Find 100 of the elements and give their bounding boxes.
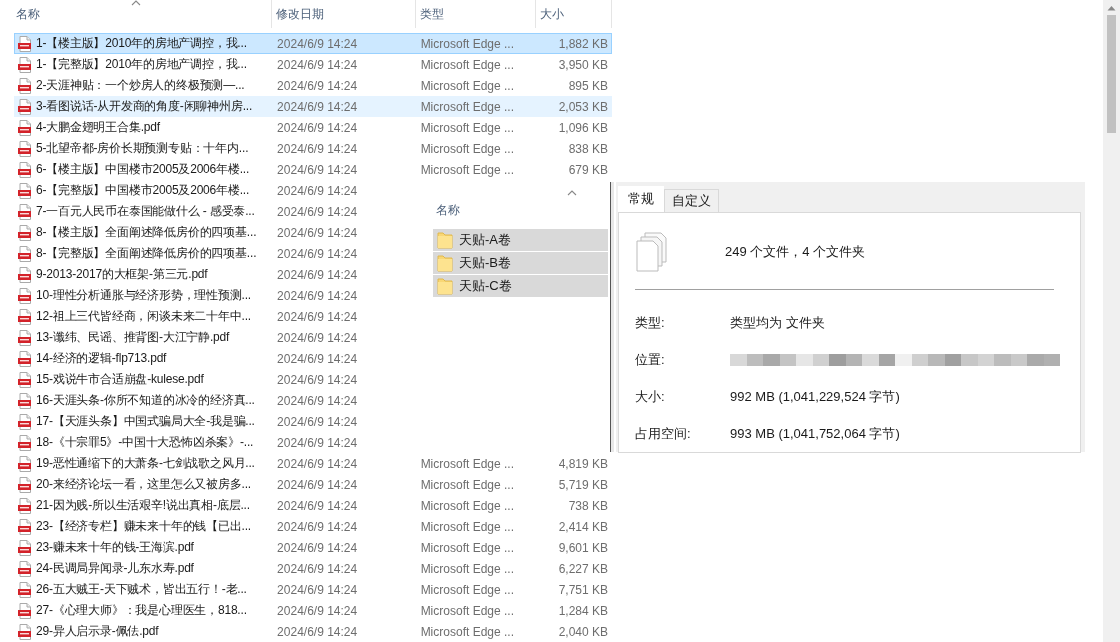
file-row[interactable]: 6-【完整版】中国楼市2005及2006年楼... 2024/6/9 14:24 (14, 180, 612, 201)
dialog-tab[interactable]: 常规 (618, 186, 664, 212)
property-value: 992 MB (1,041,229,524 字节) (730, 387, 900, 406)
column-header[interactable]: 大小 (536, 0, 612, 28)
file-type: Microsoft Edge ... (420, 141, 514, 156)
modified-date: 2024/6/9 14:24 (277, 456, 358, 471)
file-row[interactable]: 6-【楼主版】中国楼市2005及2006年楼... 2024/6/9 14:24 Microsoft Edge ... 679 KB (14, 159, 612, 180)
file-row[interactable]: 14-经济的逻辑-flp713.pdf 2024/6/9 14:24 (14, 348, 612, 369)
pdf-file-icon (17, 182, 33, 199)
file-type: Microsoft Edge ... (420, 78, 514, 93)
modified-date: 2024/6/9 14:24 (277, 246, 358, 261)
file-name: 3-看图说话-从开发商的角度-闲聊神州房... (36, 98, 253, 115)
file-size: 1,096 KB (558, 120, 608, 135)
file-size: 2,414 KB (558, 519, 608, 534)
file-type: Microsoft Edge ... (420, 603, 514, 618)
modified-date: 2024/6/9 14:24 (277, 162, 358, 177)
file-name: 14-经济的逻辑-flp713.pdf (36, 350, 167, 367)
file-size: 7,751 KB (558, 582, 608, 597)
modified-date: 2024/6/9 14:24 (277, 540, 358, 555)
column-header[interactable]: 名称 (436, 202, 460, 219)
file-type: Microsoft Edge ... (420, 57, 514, 72)
modified-date: 2024/6/9 14:24 (277, 225, 358, 240)
property-value: 993 MB (1,041,752,064 字节) (730, 424, 900, 443)
file-row[interactable]: 20-来经济论坛一看，这里怎么又被房多... 2024/6/9 14:24 Microsoft Edge ... 5,719 KB (14, 474, 612, 495)
scrollbar[interactable] (1103, 0, 1120, 642)
file-type: Microsoft Edge ... (420, 498, 514, 513)
file-name: 23-赚未来十年的钱-王海滨.pdf (36, 539, 194, 556)
file-row[interactable]: 12-祖上三代皆经商，闲谈未来二十年中... 2024/6/9 14:24 (14, 306, 612, 327)
modified-date: 2024/6/9 14:24 (277, 414, 358, 429)
pdf-file-icon (17, 77, 33, 94)
pdf-file-icon (17, 308, 33, 325)
scroll-up-icon[interactable] (1107, 5, 1116, 11)
modified-date: 2024/6/9 14:24 (277, 582, 358, 597)
modified-date: 2024/6/9 14:24 (277, 288, 358, 303)
file-row[interactable]: 15-戏说牛市合适崩盘-kulese.pdf 2024/6/9 14:24 (14, 369, 612, 390)
file-row[interactable]: 3-看图说话-从开发商的角度-闲聊神州房... 2024/6/9 14:24 Microsoft Edge ... 2,053 KB (14, 96, 612, 117)
file-name: 1-【完整版】2010年的房地产调控，我... (36, 56, 247, 73)
file-name: 13-谶纬、民谣、推背图-大江宁静.pdf (36, 329, 230, 346)
dialog-tab[interactable]: 自定义 (664, 189, 719, 212)
column-header[interactable]: 类型 (416, 0, 536, 28)
file-row[interactable]: 2-天涯神贴：一个炒房人的终极预测—... 2024/6/9 14:24 Microsoft Edge ... 895 KB (14, 75, 612, 96)
file-type: Microsoft Edge ... (420, 120, 514, 135)
folder-icon (437, 277, 453, 295)
column-header[interactable]: 修改日期 (272, 0, 416, 28)
file-name: 10-理性分析通胀与经济形势，理性预测... (36, 287, 251, 304)
folder-row[interactable]: 天贴-B卷 (433, 252, 609, 274)
folder-name: 天贴-C卷 (459, 277, 512, 295)
file-name: 29-异人启示录-佩佉.pdf (36, 623, 159, 640)
property-value: 类型均为 文件夹 (730, 313, 825, 332)
file-size: 6,227 KB (558, 561, 608, 576)
file-row[interactable]: 18-《十宗罪5》-中国十大恐怖凶杀案》-... 2024/6/9 14:24 (14, 432, 612, 453)
file-row[interactable]: 24-民调局异闻录-儿东水寿.pdf 2024/6/9 14:24 Microsoft Edge ... 6,227 KB (14, 558, 612, 579)
file-size: 838 KB (568, 141, 608, 156)
file-row[interactable]: 13-谶纬、民谣、推背图-大江宁静.pdf 2024/6/9 14:24 (14, 327, 612, 348)
scrollbar-thumb[interactable] (1107, 15, 1116, 133)
pdf-file-icon (17, 98, 33, 115)
folder-row[interactable]: 天贴-C卷 (433, 275, 609, 297)
folder-row[interactable]: 天贴-A卷 (433, 229, 609, 251)
modified-date: 2024/6/9 14:24 (277, 519, 358, 534)
file-row[interactable]: 16-天涯头条-你所不知道的冰冷的经济真... 2024/6/9 14:24 (14, 390, 612, 411)
pdf-file-icon (17, 350, 33, 367)
file-row[interactable]: 17-【天涯头条】中国式骗局大全-我是骗... 2024/6/9 14:24 (14, 411, 612, 432)
pdf-file-icon (17, 35, 33, 52)
file-row[interactable]: 4-大鹏金翅明王合集.pdf 2024/6/9 14:24 Microsoft Edge ... 1,096 KB (14, 117, 612, 138)
file-row[interactable]: 1-【完整版】2010年的房地产调控，我... 2024/6/9 14:24 Microsoft Edge ... 3,950 KB (14, 54, 612, 75)
modified-date: 2024/6/9 14:24 (277, 498, 358, 513)
pdf-file-icon (17, 602, 33, 619)
folder-icon (437, 231, 453, 249)
property-label: 位置: (635, 350, 666, 369)
modified-date: 2024/6/9 14:24 (277, 330, 358, 345)
file-row[interactable]: 23-赚未来十年的钱-王海滨.pdf 2024/6/9 14:24 Microsoft Edge ... 9,601 KB (14, 537, 612, 558)
file-row[interactable]: 19-恶性通缩下的大萧条-七剑战歌之风月... 2024/6/9 14:24 Microsoft Edge ... 4,819 KB (14, 453, 612, 474)
modified-date: 2024/6/9 14:24 (277, 99, 358, 114)
file-size: 679 KB (568, 162, 608, 177)
pdf-file-icon (17, 518, 33, 535)
file-size: 5,719 KB (558, 477, 608, 492)
pdf-file-icon (17, 245, 33, 262)
pdf-file-icon (17, 497, 33, 514)
file-type: Microsoft Edge ... (420, 519, 514, 534)
file-name: 5-北望帝都-房价长期预测专贴：十年内... (36, 140, 249, 157)
file-type: Microsoft Edge ... (420, 582, 514, 597)
pdf-file-icon (17, 392, 33, 409)
pdf-file-icon (17, 371, 33, 388)
modified-date: 2024/6/9 14:24 (277, 351, 358, 366)
property-label: 占用空间: (635, 424, 692, 443)
file-row[interactable]: 27-《心理大师》：我是心理医生，818... 2024/6/9 14:24 Microsoft Edge ... 1,284 KB (14, 600, 612, 621)
folder-name: 天贴-A卷 (459, 231, 511, 249)
file-name: 2-天涯神贴：一个炒房人的终极预测—... (36, 77, 245, 94)
pdf-file-icon (17, 287, 33, 304)
file-name: 24-民调局异闻录-儿东水寿.pdf (36, 560, 194, 577)
file-row[interactable]: 5-北望帝都-房价长期预测专贴：十年内... 2024/6/9 14:24 Microsoft Edge ... 838 KB (14, 138, 612, 159)
file-row[interactable]: 23-【经济专栏】赚未来十年的钱【已出... 2024/6/9 14:24 Microsoft Edge ... 2,414 KB (14, 516, 612, 537)
file-size: 895 KB (568, 78, 608, 93)
file-name: 1-【楼主版】2010年的房地产调控，我... (36, 35, 247, 52)
file-row[interactable]: 21-因为贱-所以生活艰辛!说出真相-底层... 2024/6/9 14:24 Microsoft Edge ... 738 KB (14, 495, 612, 516)
file-row[interactable]: 26-五大贼王-天下贼术，皆出五行！-老... 2024/6/9 14:24 Microsoft Edge ... 7,751 KB (14, 579, 612, 600)
column-header[interactable]: 名称 (0, 0, 272, 28)
modified-date: 2024/6/9 14:24 (277, 57, 358, 72)
file-row[interactable]: 1-【楼主版】2010年的房地产调控，我... 2024/6/9 14:24 Microsoft Edge ... 1,882 KB (14, 33, 612, 54)
file-row[interactable]: 29-异人启示录-佩佉.pdf 2024/6/9 14:24 Microsoft Edge ... 2,040 KB (14, 621, 612, 642)
